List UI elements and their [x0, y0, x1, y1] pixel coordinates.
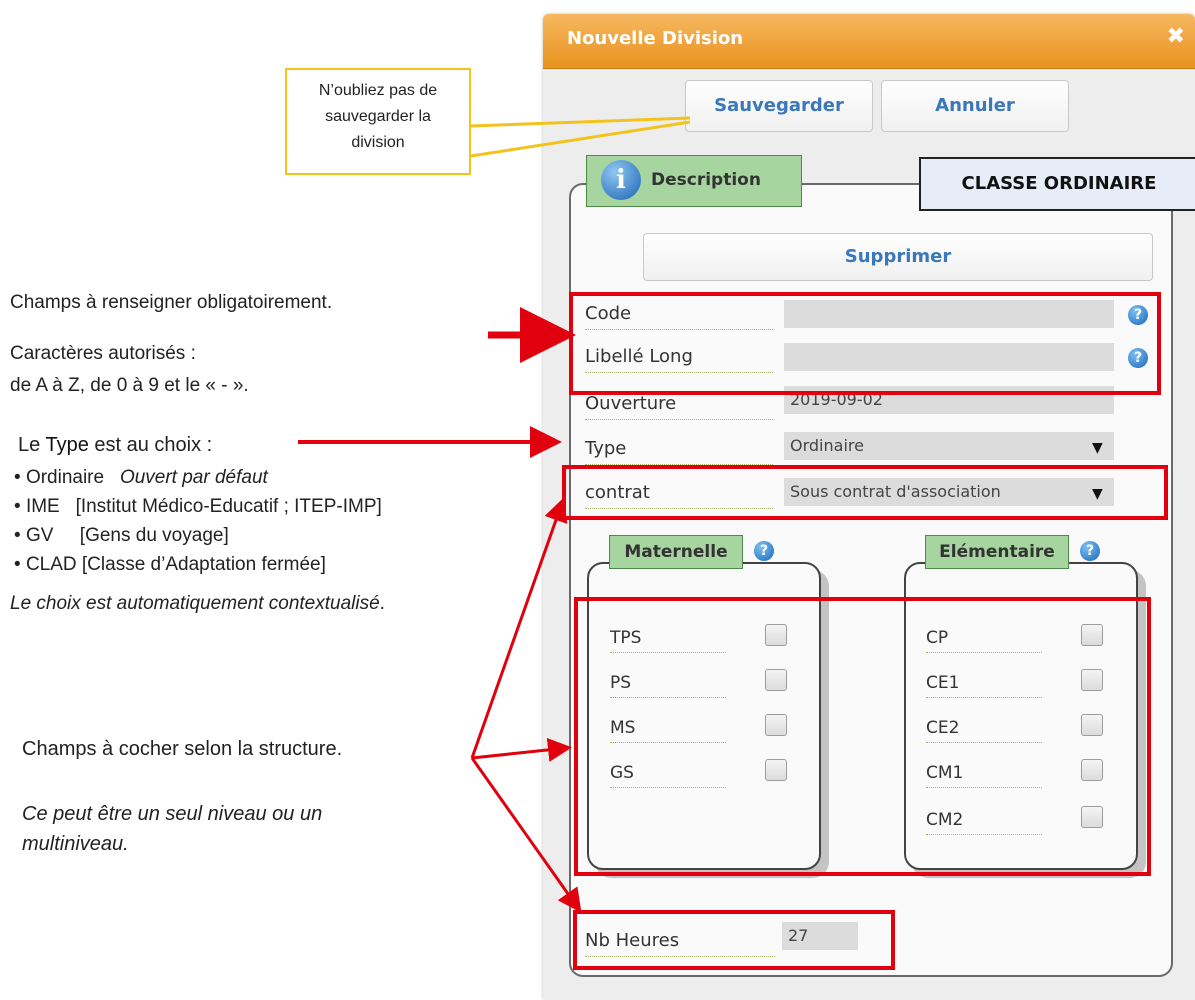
callout-connector-bottom — [470, 120, 691, 158]
callout-connector-top — [470, 116, 691, 128]
checkbox-arrow-nb-heures — [470, 757, 582, 913]
annotation-arrows — [298, 116, 691, 913]
checkbox-arrow-levels — [471, 737, 572, 762]
checkbox-arrow-contrat — [470, 497, 568, 759]
